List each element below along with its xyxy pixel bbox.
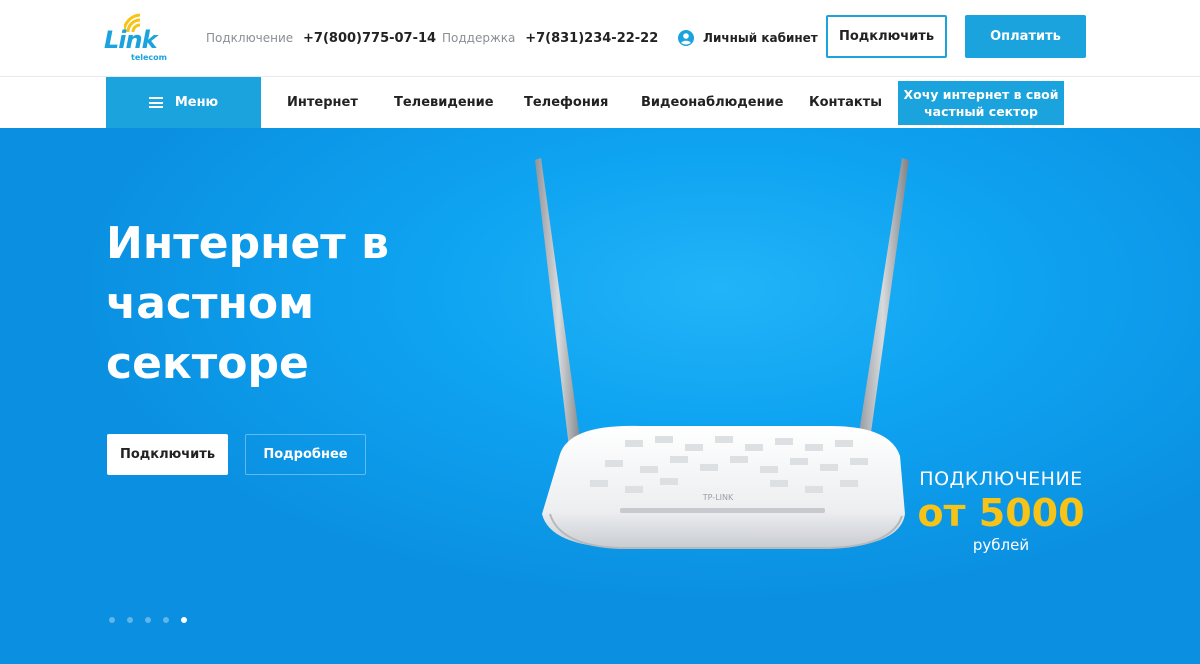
promo-heading: ПОДКЛЮЧЕНИЕ — [919, 468, 1083, 490]
router-image: TP-LINK — [535, 158, 909, 549]
menu-label: Меню — [174, 95, 219, 110]
nav-item-contacts[interactable]: Контакты — [809, 95, 882, 110]
hamburger-icon — [148, 97, 163, 108]
promo-price: от 5000 — [917, 491, 1085, 535]
logo-word: Link — [104, 26, 158, 54]
promo-unit: рублей — [972, 536, 1030, 554]
hero-banner: Интернет в частном секторе Подключить По… — [0, 128, 1200, 664]
logo-sub: telecom — [131, 53, 167, 62]
private-sector-cta[interactable]: Хочу интернет в свой частный сектор — [898, 81, 1064, 125]
slider-dot-active[interactable] — [181, 617, 187, 623]
slider-dots — [109, 617, 199, 623]
personal-account-label: Личный кабинет — [703, 31, 818, 45]
slider-dot[interactable] — [109, 617, 115, 623]
hero-connect-button[interactable]: Подключить — [107, 434, 228, 475]
menu-button[interactable]: Меню — [106, 77, 261, 128]
connect-contact: Подключение +7(800)775-07-14 — [206, 31, 436, 46]
slider-dot[interactable] — [145, 617, 151, 623]
nav-item-tv[interactable]: Телевидение — [394, 95, 494, 110]
slider-dot[interactable] — [163, 617, 169, 623]
nav-item-video-surveillance[interactable]: Видеонаблюдение — [641, 95, 783, 110]
support-label: Поддержка — [442, 31, 516, 45]
hero-title: Интернет в частном секторе — [106, 218, 389, 389]
pay-button[interactable]: Оплатить — [965, 15, 1086, 58]
nav-item-internet[interactable]: Интернет — [287, 95, 358, 110]
connect-phone[interactable]: +7(800)775-07-14 — [303, 31, 436, 46]
user-circle-icon — [678, 30, 694, 46]
promo-block: ПОДКЛЮЧЕНИЕ от 5000 рублей — [905, 468, 1097, 554]
personal-account-link[interactable]: Личный кабинет — [678, 30, 818, 46]
hero-more-button[interactable]: Подробнее — [245, 434, 366, 475]
support-contact: Поддержка +7(831)234-22-22 — [442, 31, 658, 46]
logo[interactable]: Link telecom — [104, 12, 170, 64]
connect-button[interactable]: Подключить — [826, 15, 947, 58]
nav-item-telephony[interactable]: Телефония — [524, 95, 608, 110]
top-header: Link telecom Подключение +7(800)775-07-1… — [0, 0, 1200, 77]
router-brand: TP-LINK — [702, 493, 734, 502]
main-nav: Меню Интернет Телевидение Телефония Виде… — [0, 77, 1200, 128]
connect-label: Подключение — [206, 31, 294, 45]
support-phone[interactable]: +7(831)234-22-22 — [525, 31, 658, 46]
slider-dot[interactable] — [127, 617, 133, 623]
